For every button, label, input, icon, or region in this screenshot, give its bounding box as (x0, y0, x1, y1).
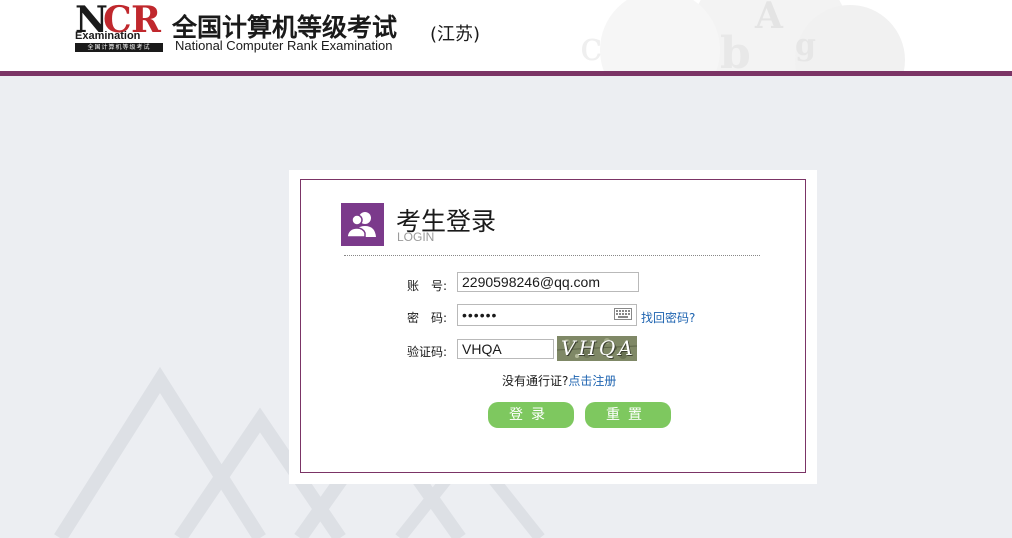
header-watermark-decoration: A g b c (520, 0, 1012, 71)
logo-strip-text: 全国计算机等级考试 (75, 43, 163, 52)
site-title-en: National Computer Rank Examination (175, 38, 393, 53)
captcha-image-text: VHQA (561, 336, 636, 360)
captcha-image[interactable]: VHQA (557, 336, 637, 361)
svg-text:g: g (795, 28, 816, 63)
login-card-frame: 考生登录 LOGIN 账 号: 2290598246@qq.com 密 码: •… (300, 179, 806, 473)
svg-text:b: b (720, 28, 751, 71)
password-label: 密 码: (407, 309, 447, 326)
header-accent-bar (0, 71, 1012, 76)
register-hint: 没有通行证?点击注册 (502, 372, 616, 389)
svg-text:A: A (754, 0, 784, 37)
site-header: A g b c N C R Examination 全国计算机等级考试 全国计算… (0, 0, 1012, 71)
captcha-label: 验证码: (407, 343, 447, 360)
users-icon (341, 203, 384, 246)
account-label: 账 号: (407, 277, 447, 294)
logo-examination-text: Examination (75, 30, 140, 42)
account-input[interactable]: 2290598246@qq.com (457, 272, 639, 292)
password-input[interactable]: •••••• (457, 304, 637, 326)
captcha-input[interactable]: VHQA (457, 339, 554, 359)
login-card: 考生登录 LOGIN 账 号: 2290598246@qq.com 密 码: •… (289, 170, 817, 484)
keyboard-icon[interactable] (614, 308, 632, 320)
title-divider (344, 255, 760, 256)
region-label: (江苏) (430, 20, 480, 46)
svg-text:c: c (580, 24, 602, 70)
forgot-password-link[interactable]: 找回密码? (641, 309, 695, 326)
login-subtitle: LOGIN (397, 230, 434, 244)
register-link[interactable]: 点击注册 (568, 374, 616, 388)
reset-button[interactable]: 重置 (585, 402, 671, 428)
ncr-logo: N C R Examination 全国计算机等级考试 (75, 3, 163, 52)
no-pass-text: 没有通行证? (502, 374, 568, 388)
password-value: •••••• (462, 307, 497, 323)
login-button[interactable]: 登录 (488, 402, 574, 428)
